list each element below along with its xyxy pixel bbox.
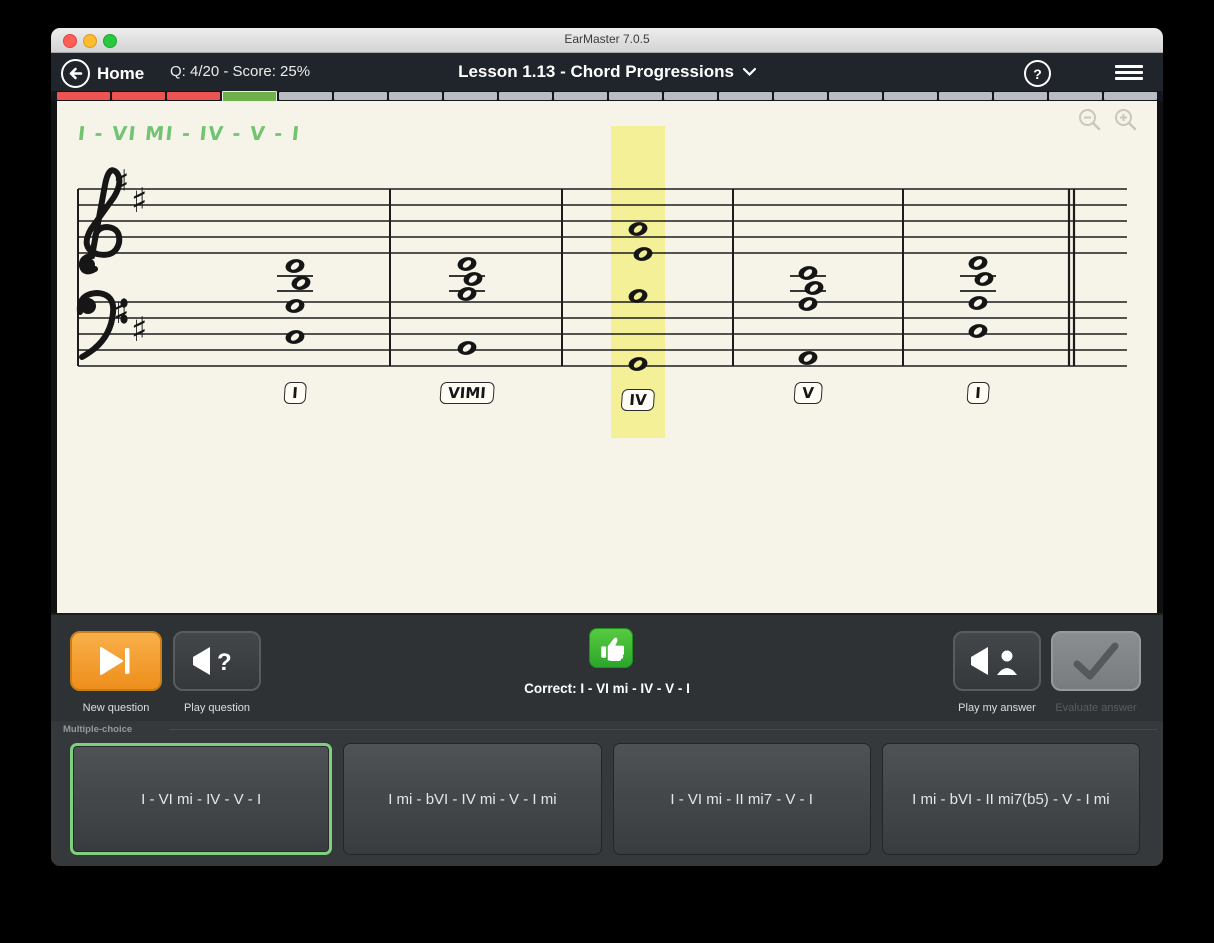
speaker-person-icon <box>971 647 1023 675</box>
play-question-label: Play question <box>147 702 287 714</box>
choice-button[interactable]: I mi - bVI - II mi7(b5) - V - I mi <box>882 743 1140 855</box>
staff-notation: ♯ ♯ ♯ ♯ <box>57 101 1157 613</box>
evaluate-answer-label: Evaluate answer <box>1026 702 1163 714</box>
hamburger-icon <box>1115 65 1143 68</box>
groupbox-divider <box>169 729 1157 730</box>
svg-text:♯: ♯ <box>131 181 147 221</box>
progress-segment-todo <box>664 92 717 100</box>
progress-segment-todo <box>389 92 442 100</box>
progress-segment-todo <box>444 92 497 100</box>
titlebar: EarMaster 7.0.5 <box>51 28 1163 53</box>
chord-degree-label: V <box>793 382 822 404</box>
progress-segment-current <box>222 91 277 102</box>
progress-segment-todo <box>939 92 992 100</box>
whole-note <box>803 280 824 297</box>
whole-note <box>967 295 988 312</box>
progress-segment-wrong <box>57 92 110 100</box>
speaker-question-icon: ? <box>193 647 241 675</box>
progress-segment-wrong <box>167 92 220 100</box>
whole-note <box>797 350 818 367</box>
multiple-choice-group-label: Multiple-choice <box>63 724 132 735</box>
hamburger-icon <box>1115 71 1143 74</box>
svg-text:♯: ♯ <box>131 310 147 350</box>
progress-segment-todo <box>554 92 607 100</box>
progress-segment-todo <box>829 92 882 100</box>
skip-forward-icon <box>98 647 134 675</box>
help-button[interactable]: ? <box>1024 60 1051 87</box>
lesson-title[interactable]: Lesson 1.13 - Chord Progressions <box>458 62 734 82</box>
progress-segment-todo <box>334 92 387 100</box>
whole-note <box>284 298 305 315</box>
chord-degree-label: VIMI <box>439 382 494 404</box>
progress-segment-todo <box>279 92 332 100</box>
whole-note <box>967 255 988 272</box>
question-icon: ? <box>1033 66 1042 82</box>
zoom-in-button[interactable] <box>1113 107 1139 133</box>
hamburger-icon <box>1115 77 1143 80</box>
whole-note <box>456 256 477 273</box>
choice-button[interactable]: I mi - bVI - IV mi - V - I mi <box>343 743 601 855</box>
key-signature: ♯ ♯ ♯ ♯ <box>113 163 147 350</box>
whole-note <box>456 286 477 303</box>
svg-text:♯: ♯ <box>113 163 129 203</box>
svg-text:♯: ♯ <box>113 292 129 332</box>
control-bar: ? New question Play question Correct: I … <box>51 613 1163 721</box>
chevron-down-icon[interactable] <box>743 63 756 81</box>
progress-segment-todo <box>774 92 827 100</box>
header: Home Q: 4/20 - Score: 25% Lesson 1.13 - … <box>51 53 1163 91</box>
checkmark-icon <box>1071 642 1121 680</box>
multiple-choice-panel: Multiple-choice I - VI mi - IV - V - II … <box>51 721 1163 866</box>
progression-annotation: I - VI MI - IV - V - I <box>77 123 302 145</box>
whole-note <box>284 329 305 346</box>
zoom-out-button[interactable] <box>1077 107 1103 133</box>
score-area: ♯ ♯ ♯ ♯ I - VI MI - IV - V - I I VIMI IV V I <box>57 101 1157 613</box>
thumbs-up-icon <box>589 628 633 668</box>
progress-segment-todo <box>499 92 552 100</box>
chord-degree-label: I <box>283 382 306 404</box>
progress-segment-todo <box>1104 92 1157 100</box>
whole-note <box>290 275 311 292</box>
play-my-answer-button[interactable] <box>953 631 1041 691</box>
whole-note <box>456 340 477 357</box>
progress-segment-todo <box>719 92 772 100</box>
window-title: EarMaster 7.0.5 <box>51 32 1163 46</box>
whole-note <box>967 323 988 340</box>
menu-button[interactable] <box>1115 65 1143 80</box>
choice-button[interactable]: I - VI mi - II mi7 - V - I <box>613 743 871 855</box>
progress-segment-todo <box>609 92 662 100</box>
whole-note <box>797 265 818 282</box>
whole-note <box>284 258 305 275</box>
chord-degree-label: I <box>966 382 989 404</box>
progress-segment-wrong <box>112 92 165 100</box>
progress-segment-todo <box>994 92 1047 100</box>
svg-text:?: ? <box>217 649 232 675</box>
choice-button[interactable]: I - VI mi - IV - V - I <box>70 743 332 855</box>
whole-note <box>973 271 994 288</box>
evaluate-answer-button[interactable] <box>1051 631 1141 691</box>
progress-bar <box>51 91 1163 101</box>
whole-note <box>462 271 483 288</box>
progress-segment-todo <box>884 92 937 100</box>
chord-degree-label: IV <box>621 389 656 411</box>
whole-note <box>797 296 818 313</box>
progress-segment-todo <box>1049 92 1102 100</box>
app-window: EarMaster 7.0.5 Home Q: 4/20 - Score: 25… <box>51 28 1163 866</box>
